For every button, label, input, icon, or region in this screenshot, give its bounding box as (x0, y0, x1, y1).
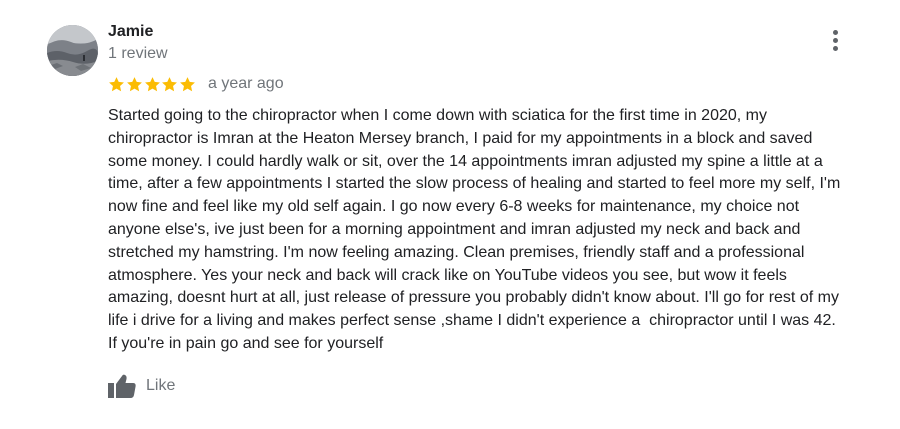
star-rating (108, 76, 197, 93)
review-text-line: stretched my hamstring. I'm now feeling … (108, 243, 805, 261)
review-text-line: chiropractor is Imran at the Heaton Mers… (108, 129, 813, 147)
star-icon (144, 76, 160, 91)
thumb-up-icon (108, 374, 136, 398)
review-text-line: time, after a few appointments I started… (108, 175, 841, 193)
avatar-photo (47, 25, 98, 76)
star-icon (126, 76, 142, 91)
review-text-line: Started going to the chiropractor when I… (108, 107, 767, 124)
like-button[interactable]: Like (107, 372, 175, 400)
review-text-line: If you're in pain go and see for yoursel… (108, 334, 384, 352)
review-text-line: some money. I could hardly walk or sit, … (108, 152, 823, 170)
review-text-line: amazing, doesnt hurt at all, just releas… (108, 289, 839, 307)
avatar[interactable] (47, 25, 98, 76)
review-text-line: atmosphere. Yes your neck and back will … (108, 266, 787, 284)
review-text: Started going to the chiropractor when I… (108, 105, 878, 356)
like-label: Like (146, 377, 176, 394)
review-date: a year ago (207, 75, 284, 92)
more-options-button[interactable] (822, 26, 848, 56)
rating-row: a year ago (108, 73, 284, 95)
review-count: 1 review (108, 45, 168, 62)
star-icon (162, 76, 178, 91)
reviewer-name[interactable]: Jamie (108, 22, 153, 42)
review-text-line: anyone else's, ive just been for a morni… (108, 220, 801, 238)
review-text-line: now fine and feel like my old self again… (108, 198, 800, 216)
star-icon (180, 76, 196, 91)
review-text-line: life i drive for a living and makes perf… (108, 312, 836, 330)
star-icon (109, 76, 124, 91)
review-card: Jamie 1 review a year ago Started going … (0, 0, 900, 429)
